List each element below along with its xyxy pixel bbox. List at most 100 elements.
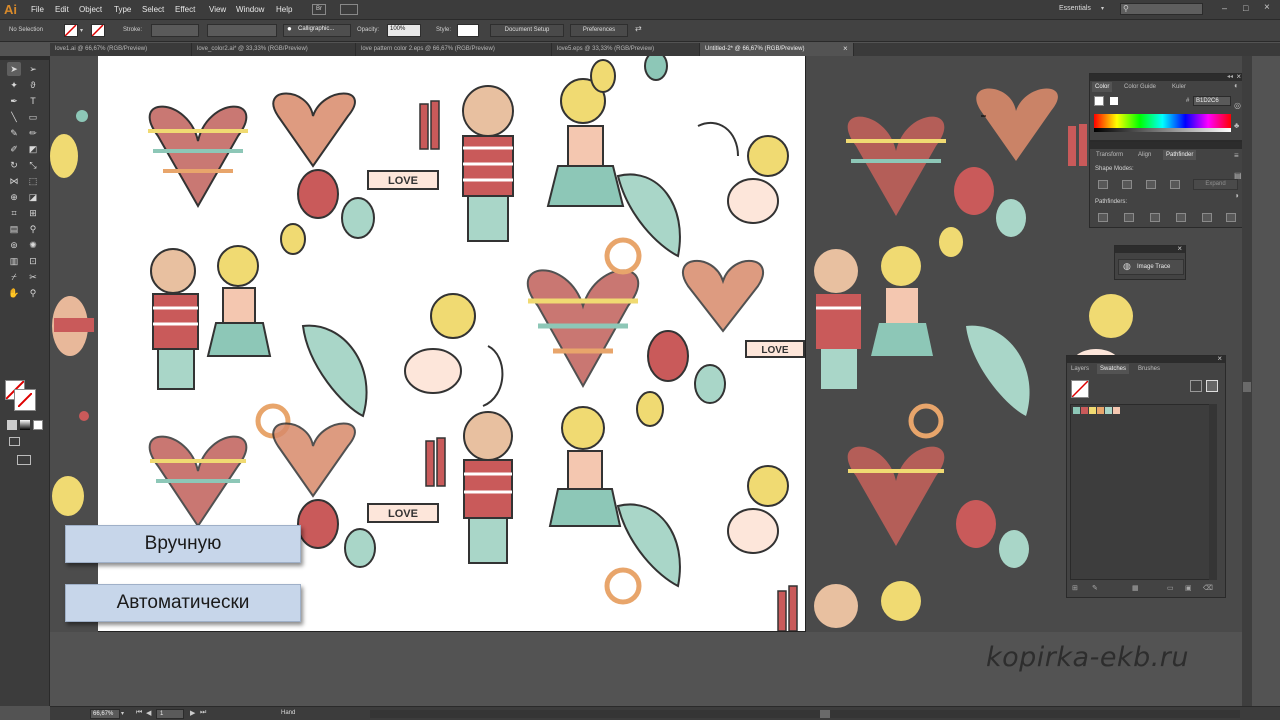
fill-swatch[interactable] [64, 24, 78, 37]
live-paint-tool-icon[interactable]: ◪ [26, 190, 40, 204]
canvas[interactable]: LOVE LOVE LOVE Вручную Автоматически [50, 56, 1242, 706]
graphic-styles-icon[interactable]: ◐ [1234, 81, 1239, 90]
selection-tool-icon[interactable]: ➤ [7, 62, 21, 76]
chevron-down-icon[interactable]: ▾ [121, 710, 124, 717]
artboard-number-field[interactable]: 1 [156, 709, 184, 719]
color-mode-icon[interactable] [7, 420, 17, 430]
swatch-item[interactable] [1089, 407, 1096, 414]
swatch-item[interactable] [1073, 407, 1080, 414]
pencil-tool-icon[interactable]: ✏ [26, 126, 40, 140]
color-spectrum[interactable] [1094, 114, 1231, 128]
close-icon[interactable]: × [1264, 2, 1270, 13]
swatch-item[interactable] [1113, 407, 1120, 414]
symbols-icon[interactable]: ♣ [1234, 121, 1239, 130]
fill-indicator[interactable] [1094, 96, 1104, 106]
blend-tool-icon[interactable]: ⊚ [7, 238, 21, 252]
menu-view[interactable]: View [209, 5, 226, 14]
hex-input[interactable]: B1D2C6 [1193, 96, 1231, 106]
swatch-item[interactable] [1105, 407, 1112, 414]
menu-file[interactable]: File [31, 5, 44, 14]
tab-pathfinder[interactable]: Pathfinder [1163, 150, 1197, 160]
variable-width-profile[interactable] [207, 24, 277, 37]
scroll-thumb[interactable] [820, 710, 830, 718]
merge-icon[interactable] [1150, 213, 1160, 222]
bridge-button[interactable]: Br [312, 4, 326, 15]
thumbnail-view-icon[interactable] [1206, 380, 1218, 392]
close-icon[interactable]: × [1177, 244, 1182, 253]
tab-brushes[interactable]: Brushes [1138, 364, 1160, 374]
stroke-swatch[interactable] [91, 24, 105, 37]
tab-transform[interactable]: Transform [1096, 150, 1123, 160]
swatch-fill-stroke[interactable] [1071, 380, 1089, 398]
direct-selection-tool-icon[interactable]: ➢ [26, 62, 40, 76]
shape-builder-tool-icon[interactable]: ⊕ [7, 190, 21, 204]
menu-type[interactable]: Type [114, 5, 131, 14]
trim-icon[interactable] [1124, 213, 1134, 222]
last-artboard-icon[interactable]: ⏭ [200, 709, 206, 717]
maximize-icon[interactable]: □ [1243, 3, 1248, 13]
menu-edit[interactable]: Edit [55, 5, 69, 14]
tab-love-pattern-color2[interactable]: love pattern color 2.eps @ 66,67% (RGB/P… [356, 43, 552, 56]
grayscale-ramp[interactable] [1094, 128, 1231, 132]
gradient-tool-icon[interactable]: ▤ [7, 222, 21, 236]
line-tool-icon[interactable]: ╲ [7, 110, 21, 124]
list-view-icon[interactable] [1190, 380, 1202, 392]
perspective-grid-tool-icon[interactable]: ⌗ [7, 206, 21, 220]
swatch-scrollbar[interactable] [1209, 404, 1217, 580]
rotate-tool-icon[interactable]: ↻ [7, 158, 21, 172]
tab-swatches[interactable]: Swatches [1097, 364, 1130, 374]
color-group-icon[interactable]: ▦ [1132, 584, 1139, 592]
outline-icon[interactable] [1202, 213, 1212, 222]
close-icon[interactable]: × [1217, 354, 1222, 363]
tab-love5[interactable]: love5.eps @ 33,33% (RGB/Preview) [552, 43, 700, 56]
brush-definition[interactable]: ● Calligraphic... [283, 24, 351, 37]
next-artboard-icon[interactable]: ▶ [190, 709, 195, 717]
exclude-icon[interactable] [1170, 180, 1180, 189]
close-tab-icon[interactable]: × [843, 44, 848, 53]
stroke-indicator[interactable] [1110, 97, 1118, 105]
mesh-tool-icon[interactable]: ⊞ [26, 206, 40, 220]
minus-front-icon[interactable] [1122, 180, 1132, 189]
new-swatch-icon[interactable]: ▣ [1185, 584, 1192, 592]
none-mode-icon[interactable] [33, 420, 43, 430]
tab-untitled-2[interactable]: Untitled-2* @ 66,67% (RGB/Preview) [700, 43, 854, 56]
hand-tool-icon[interactable]: ✋ [7, 286, 21, 300]
workspace-switcher[interactable]: Essentials [1059, 5, 1091, 12]
intersect-icon[interactable] [1146, 180, 1156, 189]
preferences-button[interactable]: Preferences [570, 24, 628, 37]
zoom-field[interactable]: 66,67% [90, 709, 120, 719]
tab-kuler[interactable]: Kuler [1172, 82, 1186, 92]
crop-icon[interactable] [1176, 213, 1186, 222]
gradient-mode-icon[interactable] [20, 420, 30, 430]
menu-help[interactable]: Help [276, 5, 292, 14]
search-input[interactable]: ⚲ [1120, 3, 1203, 15]
tab-love1[interactable]: love1.ai @ 66,67% (RGB/Preview) [50, 43, 192, 56]
new-folder-icon[interactable]: ▭ [1167, 584, 1174, 592]
free-transform-tool-icon[interactable]: ⬚ [26, 174, 40, 188]
scissors-tool-icon[interactable]: ✂ [26, 270, 40, 284]
magic-wand-tool-icon[interactable]: ✦ [7, 78, 21, 92]
delete-icon[interactable]: ⌫ [1203, 584, 1213, 592]
pen-tool-icon[interactable]: ✒ [7, 94, 21, 108]
swatch-options-icon[interactable]: ✎ [1092, 584, 1098, 592]
zoom-tool-icon[interactable]: ⚲ [26, 286, 40, 300]
arrange-icon[interactable]: ⇄ [635, 24, 642, 33]
slice-tool-icon[interactable]: ⌿ [7, 270, 21, 284]
tab-color-guide[interactable]: Color Guide [1124, 82, 1156, 92]
screen-mode-icon[interactable] [17, 455, 31, 465]
tab-align[interactable]: Align [1138, 150, 1151, 160]
artboard-tool-icon[interactable]: ⊡ [26, 254, 40, 268]
eraser-tool-icon[interactable]: ◩ [26, 142, 40, 156]
stroke-color-swatch[interactable] [14, 389, 36, 411]
divide-icon[interactable] [1098, 213, 1108, 222]
previous-artboard-icon[interactable]: ◀ [146, 709, 151, 717]
horizontal-scrollbar[interactable] [370, 710, 1240, 718]
minimize-icon[interactable]: – [1222, 3, 1227, 13]
chevron-down-icon[interactable]: ▾ [1101, 5, 1104, 12]
document-setup-button[interactable]: Document Setup [490, 24, 564, 37]
blob-brush-tool-icon[interactable]: ✐ [7, 142, 21, 156]
paintbrush-tool-icon[interactable]: ✎ [7, 126, 21, 140]
scale-tool-icon[interactable]: ⤡ [26, 158, 40, 172]
lasso-tool-icon[interactable]: ϑ [26, 78, 40, 92]
width-tool-icon[interactable]: ⋈ [7, 174, 21, 188]
